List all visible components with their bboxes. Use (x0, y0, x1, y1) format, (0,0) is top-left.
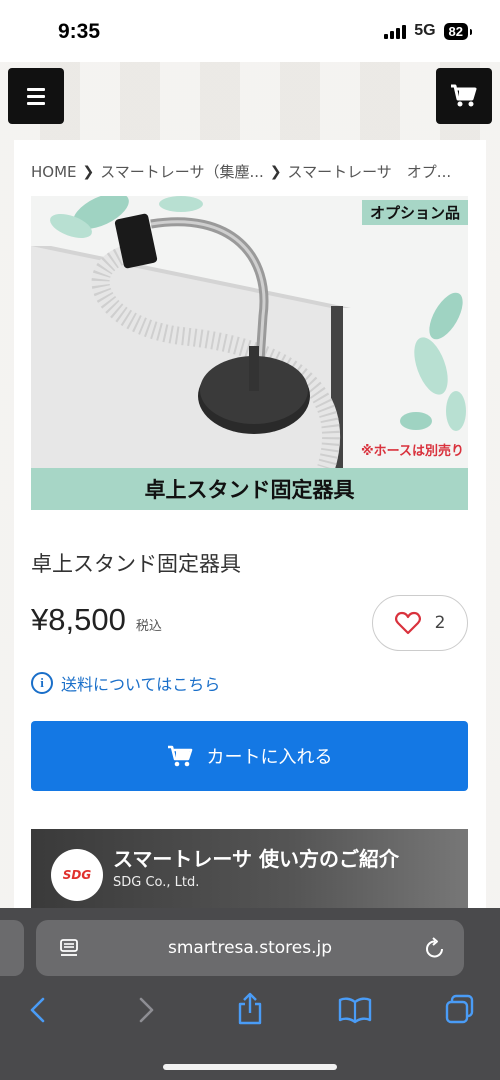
add-to-cart-button[interactable]: カートに入れる (31, 721, 468, 791)
product-photo (31, 196, 468, 510)
product-image[interactable]: オプション品 ※ホースは別売り 卓上スタンド固定器具 (31, 196, 468, 510)
breadcrumb-item-category[interactable]: スマートレーサ（集塵... (100, 161, 264, 182)
shipping-info-link[interactable]: i 送料についてはこちら (31, 671, 220, 695)
cart-icon (451, 84, 477, 107)
forward-icon[interactable] (136, 996, 156, 1024)
status-indicators: 5G 82 (384, 22, 473, 40)
menu-button[interactable] (8, 68, 64, 124)
heart-icon (394, 611, 421, 635)
add-to-cart-label: カートに入れる (206, 747, 333, 768)
home-indicator[interactable] (163, 1064, 337, 1070)
hamburger-icon-line (27, 94, 45, 98)
status-time: 9:35 (58, 20, 101, 43)
tabs-icon[interactable] (444, 994, 476, 1024)
shipping-link-label: 送料についてはこちら (61, 675, 221, 694)
chevron-right-icon: ❯ (269, 163, 282, 180)
status-bar: 9:35 5G 82 (0, 0, 500, 62)
tax-label: 税込 (135, 619, 162, 634)
breadcrumb-item-home[interactable]: HOME (31, 163, 77, 181)
breadcrumb-item-subcategory[interactable]: スマートレーサ オプ... (288, 161, 452, 182)
previous-tab-preview[interactable] (0, 920, 24, 976)
image-banner: 卓上スタンド固定器具 (31, 468, 468, 510)
network-label: 5G (414, 22, 436, 39)
browser-toolbar: smartresa.stores.jp (0, 908, 500, 1080)
info-icon: i (31, 672, 53, 694)
video-title: スマートレーサ 使い方のご紹介 (113, 847, 399, 871)
battery-icon: 82 (443, 22, 473, 40)
bookmarks-icon[interactable] (338, 996, 372, 1024)
reload-icon[interactable] (424, 936, 446, 960)
hamburger-icon-line (27, 87, 45, 91)
product-card: HOME ❯ スマートレーサ（集塵... ❯ スマートレーサ オプ... オプシ… (14, 140, 486, 910)
video-channel: SDG Co., Ltd. (113, 875, 200, 890)
share-icon[interactable] (236, 992, 264, 1026)
address-bar[interactable]: smartresa.stores.jp (36, 920, 464, 976)
product-title: 卓上スタンド固定器具 (31, 552, 241, 576)
signal-icon (384, 24, 407, 39)
favorite-count: 2 (434, 613, 446, 633)
cart-icon (167, 745, 192, 767)
hose-note: ※ホースは別売り (361, 444, 464, 459)
video-thumbnail[interactable]: SDG スマートレーサ 使い方のご紹介 SDG Co., Ltd. (31, 829, 468, 910)
product-price: ¥8,500 (31, 602, 126, 637)
price-row: ¥8,500 税込 (31, 602, 162, 638)
back-icon[interactable] (28, 996, 48, 1024)
chevron-right-icon: ❯ (82, 163, 95, 180)
breadcrumb: HOME ❯ スマートレーサ（集塵... ❯ スマートレーサ オプ... (31, 161, 461, 182)
favorite-button[interactable]: 2 (372, 595, 468, 651)
hamburger-icon-line (27, 101, 45, 105)
url-text: smartresa.stores.jp (167, 938, 332, 958)
option-badge: オプション品 (361, 200, 468, 225)
sdg-logo: SDG (51, 849, 103, 901)
cart-button[interactable] (436, 68, 492, 124)
